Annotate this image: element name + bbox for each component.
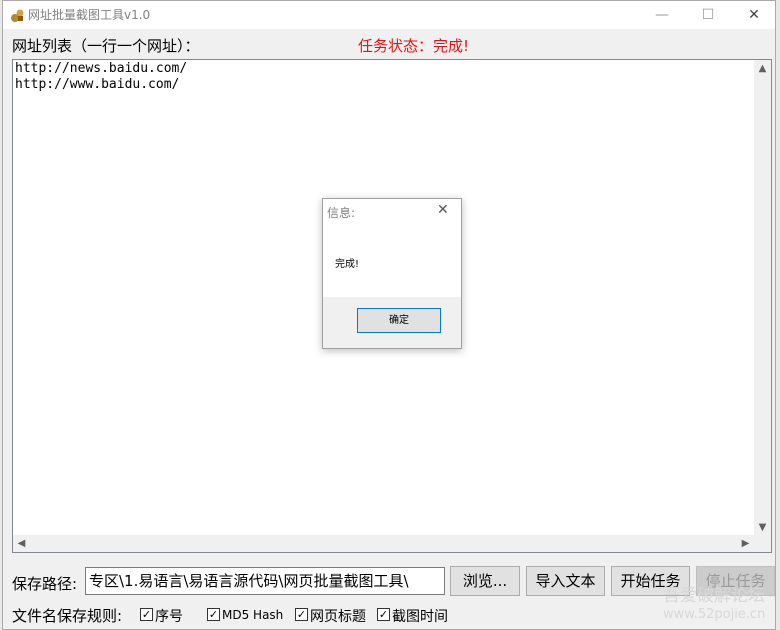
horizontal-scrollbar[interactable]: ◀ ▶ <box>13 535 754 552</box>
title-bar[interactable]: 网址批量截图工具v1.0 — ☐ ✕ <box>3 1 775 29</box>
dialog-close-icon[interactable]: ✕ <box>437 202 449 218</box>
watermark-text: 吾爱破解论坛 <box>663 586 765 606</box>
scroll-down-icon[interactable]: ▼ <box>754 519 771 536</box>
option-md5-checkbox[interactable]: ✓ <box>207 608 220 621</box>
option-screenshot-time-label: 截图时间 <box>392 609 448 625</box>
minimize-button[interactable]: — <box>639 1 685 29</box>
option-md5-label: MD5 Hash <box>222 608 284 622</box>
save-path-label: 保存路径: <box>12 575 78 593</box>
scroll-left-icon[interactable]: ◀ <box>13 535 30 552</box>
scrollbar-corner <box>754 535 771 552</box>
import-text-button[interactable]: 导入文本 <box>526 566 605 596</box>
dialog-message: 完成! <box>335 259 360 270</box>
main-window: 网址批量截图工具v1.0 — ☐ ✕ 网址列表（一行一个网址）： 任务状态：完成… <box>2 0 776 630</box>
vertical-scrollbar[interactable]: ▲ ▼ <box>754 60 771 536</box>
maximize-button[interactable]: ☐ <box>685 1 731 29</box>
dialog-ok-button[interactable]: 确定 <box>357 308 441 333</box>
scroll-right-icon[interactable]: ▶ <box>737 535 754 552</box>
dialog-title: 信息: <box>327 206 356 220</box>
url-list-content: http://news.baidu.com/ http://www.baidu.… <box>15 61 188 92</box>
scroll-up-icon[interactable]: ▲ <box>754 60 771 77</box>
close-button[interactable]: ✕ <box>731 1 777 29</box>
app-icon <box>11 9 24 22</box>
task-status-text: 任务状态：完成! <box>358 37 470 55</box>
option-serial-label: 序号 <box>155 609 183 625</box>
option-page-title-checkbox[interactable]: ✓ <box>295 608 308 621</box>
option-serial-checkbox[interactable]: ✓ <box>140 608 153 621</box>
info-dialog: 信息: ✕ 完成! 确定 <box>322 198 462 349</box>
dialog-footer: 确定 <box>323 297 461 348</box>
save-path-input[interactable]: 专区\1.易语言\易语言源代码\网页批量截图工具\ <box>85 567 445 595</box>
filename-rule-label: 文件名保存规则: <box>12 607 123 625</box>
option-page-title-label: 网页标题 <box>310 609 366 625</box>
browse-button[interactable]: 浏览... <box>450 566 520 596</box>
url-list-label: 网址列表（一行一个网址）： <box>12 37 200 55</box>
option-screenshot-time-checkbox[interactable]: ✓ <box>377 608 390 621</box>
window-title: 网址批量截图工具v1.0 <box>28 8 151 22</box>
watermark-url: www.52pojie.cn <box>663 607 766 622</box>
